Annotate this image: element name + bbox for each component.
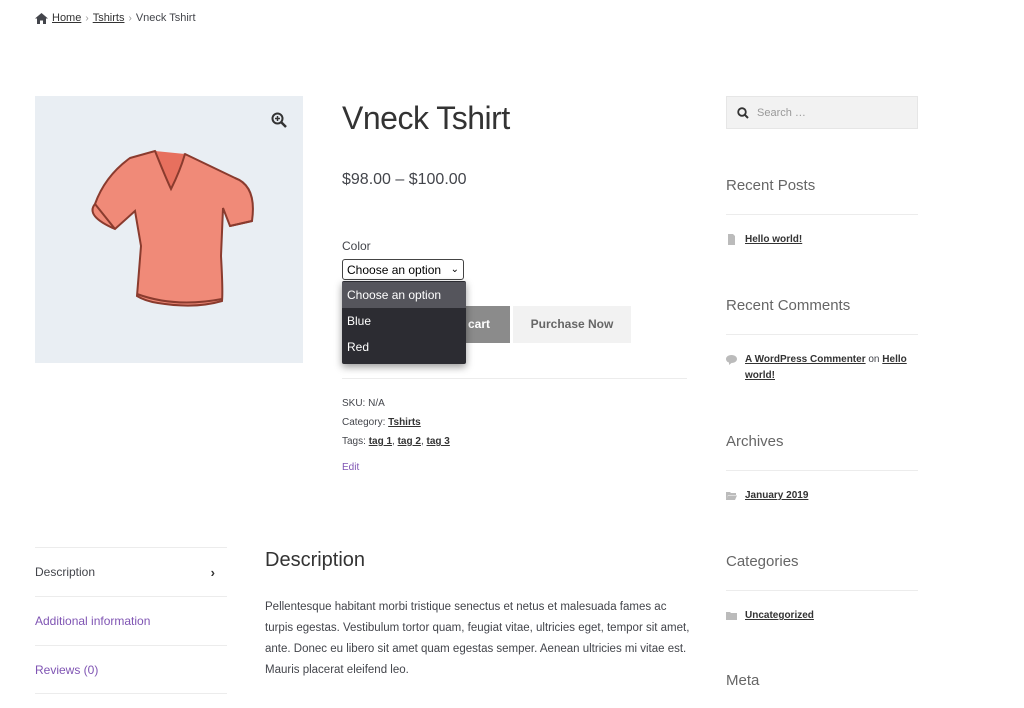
product-meta: SKU: N/A Category: Tshirts Tags: tag 1, … bbox=[342, 394, 450, 451]
color-label: Color bbox=[342, 239, 371, 253]
sku-label: SKU: bbox=[342, 398, 366, 409]
tags-label: Tags: bbox=[342, 436, 366, 447]
product-summary: Vneck Tshirt $98.00 – $100.00 Color Choo… bbox=[342, 96, 687, 473]
category-widget-link[interactable]: Uncategorized bbox=[745, 608, 814, 624]
breadcrumb-category-link[interactable]: Tshirts bbox=[93, 12, 125, 24]
tag-link[interactable]: tag 3 bbox=[427, 436, 450, 447]
tags-row: Tags: tag 1, tag 2, tag 3 bbox=[342, 436, 450, 447]
search-placeholder: Search … bbox=[757, 106, 806, 119]
meta-title: Meta bbox=[726, 672, 760, 689]
sidebar: Search … Recent Posts Hello world! Recen… bbox=[726, 96, 918, 689]
breadcrumb-separator: › bbox=[85, 12, 89, 24]
divider bbox=[726, 590, 918, 591]
categories-title: Categories bbox=[726, 553, 799, 570]
product-title: Vneck Tshirt bbox=[342, 100, 510, 136]
dropdown-option[interactable]: Red bbox=[342, 334, 466, 360]
comment-text: A WordPress Commenter on Hello world! bbox=[745, 352, 918, 384]
archive-link[interactable]: January 2019 bbox=[745, 488, 808, 504]
search-input[interactable]: Search … bbox=[726, 96, 918, 129]
breadcrumb-current: Vneck Tshirt bbox=[135, 12, 196, 24]
recent-comments-title: Recent Comments bbox=[726, 297, 851, 314]
home-icon bbox=[35, 12, 48, 24]
sku-value: N/A bbox=[368, 398, 385, 409]
color-dropdown: Choose an option Blue Red bbox=[342, 281, 466, 364]
description-title: Description bbox=[265, 549, 366, 571]
dropdown-option[interactable]: Choose an option bbox=[342, 282, 466, 308]
breadcrumb-home-link[interactable]: Home bbox=[52, 12, 81, 24]
on-text: on bbox=[868, 354, 880, 365]
tag-link[interactable]: tag 2 bbox=[398, 436, 421, 447]
search-icon bbox=[737, 106, 749, 119]
archives-title: Archives bbox=[726, 433, 784, 450]
divider bbox=[726, 334, 918, 335]
purchase-now-button[interactable]: Purchase Now bbox=[513, 306, 631, 343]
color-select[interactable]: Choose an option ⌄ bbox=[342, 259, 464, 280]
list-item: January 2019 bbox=[726, 488, 918, 504]
edit-link[interactable]: Edit bbox=[342, 462, 359, 473]
divider bbox=[726, 214, 918, 215]
recent-post-link[interactable]: Hello world! bbox=[745, 232, 802, 248]
commenter-link[interactable]: A WordPress Commenter bbox=[745, 354, 866, 365]
tab-label: Description bbox=[35, 565, 96, 579]
dropdown-option[interactable]: Blue bbox=[342, 308, 466, 334]
zoom-icon[interactable] bbox=[271, 112, 287, 128]
tab-reviews[interactable]: Reviews (0) bbox=[35, 645, 227, 694]
list-item: Uncategorized bbox=[726, 608, 918, 624]
breadcrumb-separator: › bbox=[128, 12, 132, 24]
tshirt-image bbox=[91, 149, 254, 307]
tab-description[interactable]: Description › bbox=[35, 547, 227, 596]
sku-row: SKU: N/A bbox=[342, 394, 450, 413]
category-link[interactable]: Tshirts bbox=[388, 417, 421, 428]
tag-link[interactable]: tag 1 bbox=[369, 436, 392, 447]
divider bbox=[726, 470, 918, 471]
document-icon bbox=[728, 234, 735, 245]
tab-label: Reviews (0) bbox=[35, 662, 99, 677]
product-price: $98.00 – $100.00 bbox=[342, 171, 467, 188]
folder-icon bbox=[726, 612, 737, 620]
category-row: Category: Tshirts bbox=[342, 413, 450, 432]
color-select-value: Choose an option bbox=[347, 262, 442, 277]
breadcrumb: Home › Tshirts › Vneck Tshirt bbox=[35, 12, 196, 24]
recent-posts-title: Recent Posts bbox=[726, 177, 816, 194]
category-label: Category: bbox=[342, 417, 386, 428]
tab-additional-information[interactable]: Additional information bbox=[35, 596, 227, 645]
list-item: A WordPress Commenter on Hello world! bbox=[726, 352, 918, 384]
tab-label: Additional information bbox=[35, 614, 151, 628]
list-item: Hello world! bbox=[726, 232, 918, 248]
chevron-down-icon: ⌄ bbox=[450, 264, 459, 275]
product-tabs: Description › Additional information Rev… bbox=[35, 547, 227, 694]
comment-icon bbox=[726, 355, 737, 365]
description-text: Pellentesque habitant morbi tristique se… bbox=[265, 601, 690, 676]
product-image[interactable] bbox=[35, 96, 303, 363]
divider bbox=[342, 378, 687, 379]
folder-open-icon bbox=[726, 492, 737, 500]
chevron-right-icon: › bbox=[210, 564, 215, 580]
